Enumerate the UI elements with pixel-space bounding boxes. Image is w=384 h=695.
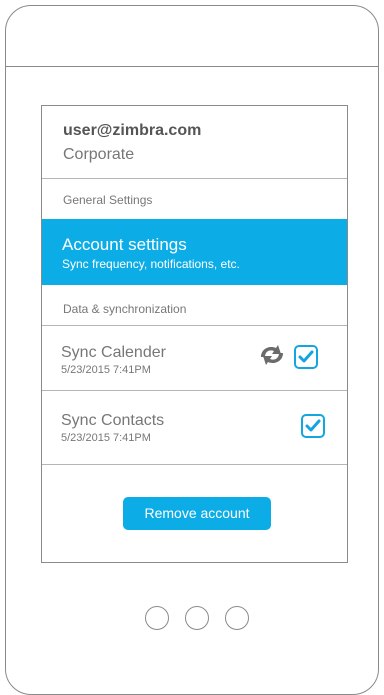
sync-contacts-title: Sync Contacts	[61, 412, 165, 429]
sync-contacts-checkbox[interactable]	[301, 414, 325, 438]
remove-account-button[interactable]: Remove account	[123, 497, 271, 530]
page-indicator-dot[interactable]	[145, 606, 169, 630]
page-indicator-dot[interactable]	[185, 606, 209, 630]
divider	[42, 325, 347, 326]
sync-icon[interactable]	[255, 342, 289, 368]
section-data-sync: Data & synchronization	[63, 302, 187, 316]
section-general-settings: General Settings	[63, 193, 153, 207]
divider	[42, 178, 347, 179]
sync-calendar-timestamp: 5/23/2015 7:41PM	[61, 364, 151, 376]
account-settings-item[interactable]: Account settings Sync frequency, notific…	[42, 219, 347, 285]
sync-calendar-title: Sync Calender	[61, 344, 166, 361]
divider	[42, 464, 347, 465]
sync-calendar-checkbox[interactable]	[294, 345, 318, 369]
phone-top-divider	[5, 66, 379, 67]
page-indicator-dot[interactable]	[225, 606, 249, 630]
account-email: user@zimbra.com	[63, 122, 202, 139]
account-screen: user@zimbra.com Corporate General Settin…	[41, 105, 348, 563]
divider	[42, 390, 347, 391]
sync-contacts-timestamp: 5/23/2015 7:41PM	[61, 432, 151, 444]
account-settings-subtitle: Sync frequency, notifications, etc.	[62, 257, 240, 271]
checkmark-icon	[298, 350, 314, 363]
account-type: Corporate	[63, 146, 135, 163]
checkmark-icon	[305, 419, 321, 432]
account-settings-title: Account settings	[62, 235, 187, 254]
